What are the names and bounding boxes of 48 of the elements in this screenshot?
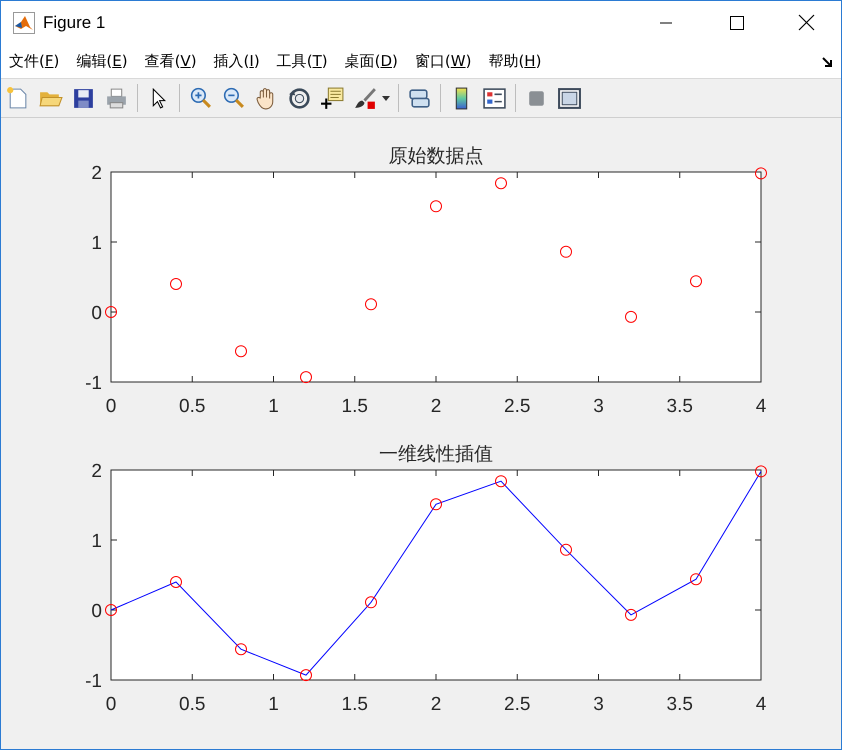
- legend-icon[interactable]: [482, 86, 507, 110]
- menu-item[interactable]: 插入(I): [214, 52, 260, 71]
- menu-item[interactable]: 编辑(E): [76, 52, 128, 71]
- menu-item[interactable]: 桌面(D): [344, 52, 398, 71]
- axis-tick-label: 0: [91, 601, 102, 622]
- axis-tick-label: 2: [430, 694, 442, 714]
- axis-tick-label: 1: [268, 396, 279, 416]
- menu-item[interactable]: 工具(T): [276, 52, 328, 71]
- axis-tick-label: 4: [756, 396, 766, 416]
- axis-tick-label: 4: [756, 694, 766, 714]
- menu-item[interactable]: 窗口(W): [414, 52, 472, 71]
- axis-tick-label: 2: [91, 461, 102, 482]
- menu-item[interactable]: 帮助(H): [488, 52, 542, 71]
- data-cursor-icon[interactable]: [320, 86, 345, 110]
- axis-tick-label: 1.5: [342, 396, 368, 416]
- axis-tick-label: 3.5: [666, 694, 693, 714]
- chart-title: 一维线性插值: [379, 443, 493, 465]
- axis-tick-label: 1: [91, 233, 102, 254]
- axis-tick-label: 3: [593, 396, 604, 416]
- axis-tick-label: 0: [106, 694, 116, 714]
- zoom-in-icon[interactable]: [188, 86, 213, 110]
- axis-tick-label: 1: [91, 531, 102, 552]
- axis-tick-label: -1: [85, 671, 102, 692]
- caret-icon[interactable]: [382, 96, 390, 100]
- axis-tick-label: 3.5: [666, 396, 693, 416]
- print-icon[interactable]: [104, 86, 129, 110]
- window-title: Figure 1: [43, 13, 106, 33]
- dock-window-icon[interactable]: [557, 86, 582, 110]
- axis-tick-label: 3: [593, 694, 604, 714]
- axis-tick-label: 1.5: [342, 694, 368, 714]
- dock-arrow-icon[interactable]: [821, 56, 833, 68]
- axis-tick-label: 2: [91, 163, 102, 184]
- axis-tick-label: 0.5: [179, 396, 206, 416]
- rotate-icon[interactable]: [287, 86, 312, 110]
- axis-tick-label: 2: [430, 396, 442, 416]
- axis-tick-label: 1: [268, 694, 279, 714]
- axis-tick-label: 0: [91, 303, 102, 324]
- axis-tick-label: 2.5: [504, 396, 530, 416]
- axis-tick-label: 2.5: [504, 694, 530, 714]
- zoom-out-icon[interactable]: [221, 86, 246, 110]
- chart-title: 原始数据点: [388, 145, 484, 167]
- axis-tick-label: 0.5: [179, 694, 206, 714]
- menu-item[interactable]: 查看(V): [144, 52, 197, 71]
- axis-tick-label: -1: [85, 373, 102, 394]
- axis-tick-label: 0: [106, 396, 116, 416]
- brush-icon[interactable]: [353, 86, 378, 110]
- menu-item[interactable]: 文件(F): [9, 52, 60, 71]
- app-logo-icon: [13, 12, 35, 34]
